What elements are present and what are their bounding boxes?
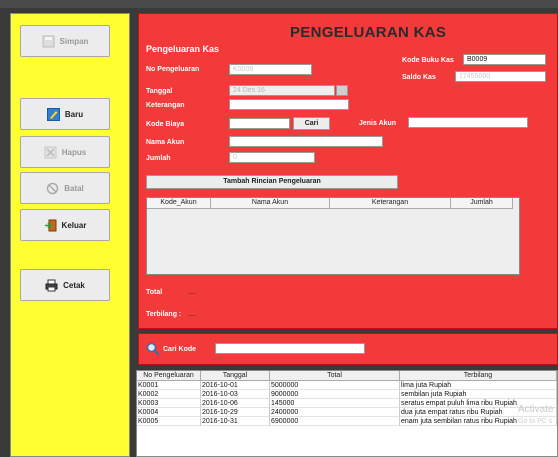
- window-top-bar: [0, 0, 558, 8]
- new-document-icon: [46, 107, 60, 121]
- section-title: Pengeluaran Kas: [146, 44, 220, 54]
- col-jumlah[interactable]: Jumlah: [451, 198, 513, 209]
- activation-watermark: Activate: [518, 404, 554, 415]
- hapus-button[interactable]: Hapus: [20, 136, 110, 168]
- hapus-label: Hapus: [61, 147, 87, 157]
- keterangan-label: Keterangan: [146, 102, 185, 109]
- kode-buku-kas-field[interactable]: B0009: [463, 54, 546, 65]
- list-cell[interactable]: 2016-10-06: [201, 399, 270, 408]
- list-cell[interactable]: 5000000: [270, 381, 400, 390]
- list-cell[interactable]: K0001: [137, 381, 201, 390]
- detail-table: Kode_Akun Nama Akun Keterangan Jumlah: [146, 197, 520, 275]
- tambah-rincian-button[interactable]: Tambah Rincian Pengeluaran: [146, 175, 398, 189]
- list-cell[interactable]: 2016-10-29: [201, 408, 270, 417]
- delete-icon: [44, 146, 57, 159]
- tanggal-label: Tanggal: [146, 88, 173, 95]
- cari-kode-label: Cari Kode: [163, 346, 197, 353]
- col-nama-akun[interactable]: Nama Akun: [211, 198, 330, 209]
- list-cell[interactable]: 6900000: [270, 417, 400, 426]
- printer-icon: [45, 279, 58, 292]
- calendar-icon[interactable]: [336, 85, 348, 96]
- col-terbilang[interactable]: Terbilang: [400, 371, 557, 381]
- keluar-label: Keluar: [61, 220, 87, 230]
- col-tanggal[interactable]: Tanggal: [201, 371, 270, 381]
- list-cell[interactable]: K0004: [137, 408, 201, 417]
- jenis-akun-field[interactable]: [408, 117, 528, 128]
- jumlah-label: Jumlah: [146, 155, 171, 162]
- baru-button[interactable]: Baru: [20, 98, 110, 130]
- col-kode-akun[interactable]: Kode_Akun: [147, 198, 211, 209]
- baru-label: Baru: [64, 109, 84, 119]
- kode-biaya-field[interactable]: [229, 118, 290, 129]
- list-cell[interactable]: 2016-10-01: [201, 381, 270, 390]
- terbilang-value: __: [188, 310, 196, 317]
- cetak-label: Cetak: [63, 280, 85, 290]
- total-value: __: [188, 288, 196, 295]
- save-icon: [42, 35, 55, 48]
- list-cell[interactable]: 145000: [270, 399, 400, 408]
- nama-akun-label: Nama Akun: [146, 139, 185, 146]
- nama-akun-field[interactable]: [229, 136, 383, 147]
- tanggal-field[interactable]: 24 Des 16: [229, 85, 335, 96]
- kode-biaya-label: Kode Biaya: [146, 121, 185, 128]
- simpan-button[interactable]: Simpan: [20, 25, 110, 57]
- terbilang-label: Terbilang :: [146, 311, 182, 318]
- saldo-kas-label: Saldo Kas: [402, 74, 436, 81]
- cetak-button[interactable]: Cetak: [20, 269, 110, 301]
- col-no-pengeluaran[interactable]: No Pengeluaran: [137, 371, 201, 381]
- exit-icon: [44, 219, 57, 232]
- total-label: Total: [146, 289, 163, 296]
- batal-button[interactable]: Batal: [20, 172, 110, 204]
- keterangan-field[interactable]: [229, 99, 349, 110]
- col-total[interactable]: Total: [270, 371, 400, 381]
- list-cell[interactable]: 2400000: [270, 408, 400, 417]
- keluar-button[interactable]: Keluar: [20, 209, 110, 241]
- page-title: PENGELUARAN KAS: [290, 24, 447, 41]
- kode-buku-kas-label: Kode Buku Kas: [402, 57, 454, 64]
- cari-kode-input[interactable]: [215, 343, 365, 354]
- cancel-icon: [46, 182, 59, 195]
- list-cell[interactable]: lima juta Rupiah: [400, 381, 557, 390]
- no-pengeluaran-field[interactable]: K0006: [229, 64, 312, 75]
- list-cell[interactable]: 2016-10-03: [201, 390, 270, 399]
- list-cell[interactable]: K0005: [137, 417, 201, 426]
- list-cell[interactable]: sembilan juta Rupiah: [400, 390, 557, 399]
- list-cell[interactable]: K0003: [137, 399, 201, 408]
- saldo-kas-field[interactable]: 17455000: [455, 71, 546, 82]
- simpan-label: Simpan: [59, 36, 89, 46]
- list-cell[interactable]: K0002: [137, 390, 201, 399]
- batal-label: Batal: [64, 183, 84, 193]
- search-icon: [146, 342, 160, 356]
- jumlah-field[interactable]: 0: [229, 152, 315, 163]
- list-cell[interactable]: 9000000: [270, 390, 400, 399]
- col-keterangan[interactable]: Keterangan: [330, 198, 451, 209]
- no-pengeluaran-label: No Pengeluaran: [146, 66, 200, 73]
- jenis-akun-label: Jenis Akun: [359, 120, 397, 127]
- cari-button[interactable]: Cari: [293, 117, 330, 130]
- pengeluaran-list: No Pengeluaran Tanggal Total Terbilang K…: [136, 370, 558, 457]
- list-cell[interactable]: 2016-10-31: [201, 417, 270, 426]
- activation-watermark-sub: Go to PC s: [518, 418, 553, 425]
